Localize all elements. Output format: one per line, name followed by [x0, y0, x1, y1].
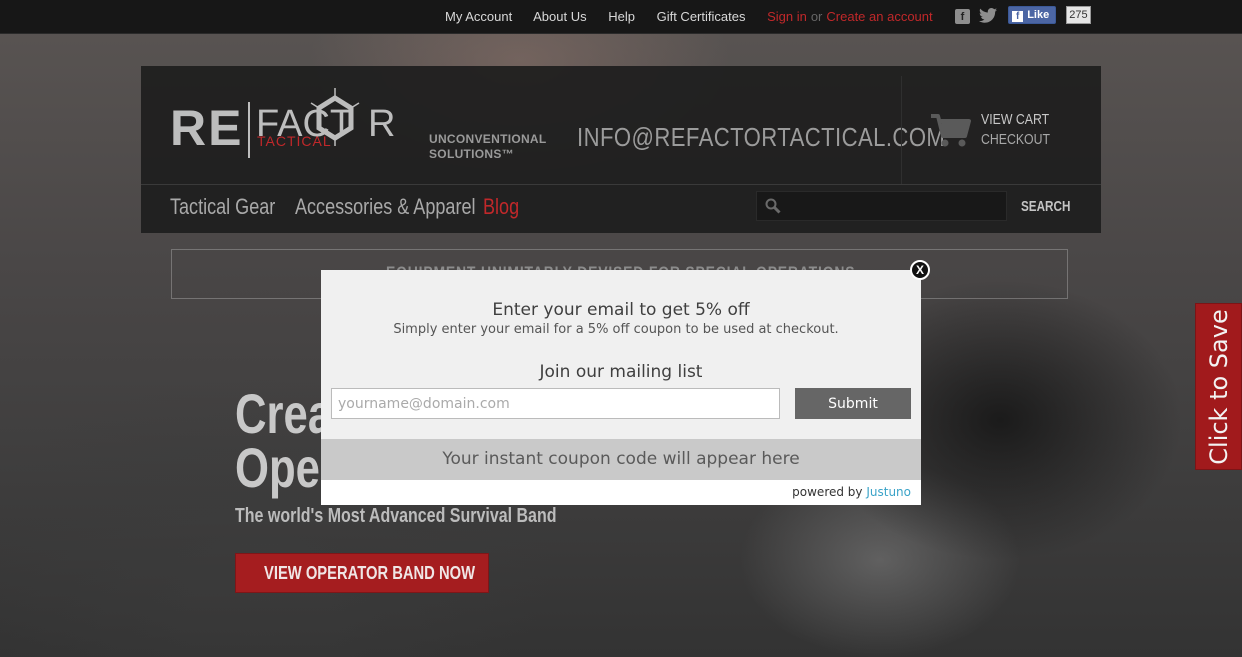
- hero-button-label: VIEW OPERATOR BAND NOW: [264, 563, 476, 583]
- popup-subtitle: Simply enter your email for a 5% off cou…: [393, 322, 839, 337]
- tagline-line2: SOLUTIONS™: [429, 147, 515, 161]
- tagline-line1: UNCONVENTIONAL: [429, 132, 547, 146]
- close-popup-button[interactable]: X: [910, 260, 930, 280]
- justuno-link[interactable]: Justuno: [866, 485, 911, 499]
- mailing-list-heading: Join our mailing list: [539, 362, 703, 382]
- social-links: f f Like 275: [955, 6, 1091, 26]
- cart-icon[interactable]: [929, 112, 971, 148]
- hero-headline-line1: Crea: [235, 382, 333, 445]
- sign-in-link[interactable]: Sign in: [767, 9, 807, 24]
- nav-divider: [141, 184, 1101, 185]
- powered-by-text: powered by: [792, 485, 863, 499]
- view-cart-link[interactable]: VIEW CART: [981, 110, 1050, 130]
- view-operator-band-button[interactable]: VIEW OPERATOR BAND NOW: [235, 553, 489, 593]
- popup-title: Enter your email to get 5% off: [492, 300, 750, 320]
- nav-tactical-gear[interactable]: Tactical Gear: [170, 194, 275, 220]
- top-links: My Account About Us Help Gift Certificat…: [445, 9, 933, 24]
- like-label: Like: [1027, 9, 1050, 21]
- site-header: RE FACT R TACTICAL UNCONVENTIONAL SOLUTI…: [141, 66, 1101, 233]
- tagline: UNCONVENTIONAL SOLUTIONS™: [429, 132, 547, 162]
- gift-certificates-link[interactable]: Gift Certificates: [657, 9, 746, 24]
- search-button[interactable]: SEARCH: [1021, 198, 1070, 215]
- top-bar: My Account About Us Help Gift Certificat…: [0, 0, 1242, 34]
- facebook-like-icon: f: [1012, 11, 1024, 22]
- submit-button[interactable]: Submit: [795, 388, 911, 419]
- powered-by-footer: powered by Justuno: [321, 480, 921, 505]
- help-link[interactable]: Help: [608, 9, 635, 24]
- coupon-code-area: Your instant coupon code will appear her…: [321, 439, 921, 480]
- click-to-save-label: Click to Save: [1204, 308, 1233, 465]
- cart-divider: [901, 76, 902, 184]
- like-count: 275: [1066, 6, 1091, 24]
- facebook-like-button[interactable]: f Like: [1008, 6, 1057, 24]
- twitter-icon[interactable]: [979, 8, 998, 27]
- checkout-link[interactable]: CHECKOUT: [981, 130, 1050, 150]
- contact-email[interactable]: INFO@REFACTORTACTICAL.COM: [577, 122, 945, 153]
- search-icon: [765, 198, 781, 214]
- logo-divider: [248, 102, 250, 158]
- email-field[interactable]: [331, 388, 780, 419]
- email-popup: Enter your email to get 5% off Simply en…: [321, 270, 921, 505]
- logo-tactical-text: TACTICAL: [257, 133, 332, 149]
- my-account-link[interactable]: My Account: [445, 9, 512, 24]
- create-account-link[interactable]: Create an account: [826, 9, 932, 24]
- about-us-link[interactable]: About Us: [533, 9, 586, 24]
- cart-links: VIEW CART CHECKOUT: [981, 110, 1050, 150]
- logo-re-text: RE: [170, 100, 244, 156]
- search-input[interactable]: [756, 191, 1007, 221]
- nav-accessories-apparel[interactable]: Accessories & Apparel: [295, 194, 475, 220]
- click-to-save-tab[interactable]: Click to Save: [1195, 303, 1242, 470]
- hero-subtitle: The world's Most Advanced Survival Band: [235, 505, 557, 527]
- facebook-icon[interactable]: f: [955, 9, 970, 24]
- nav-blog[interactable]: Blog: [483, 194, 519, 220]
- logo-r-text: R: [368, 103, 396, 145]
- or-text: or: [810, 9, 823, 24]
